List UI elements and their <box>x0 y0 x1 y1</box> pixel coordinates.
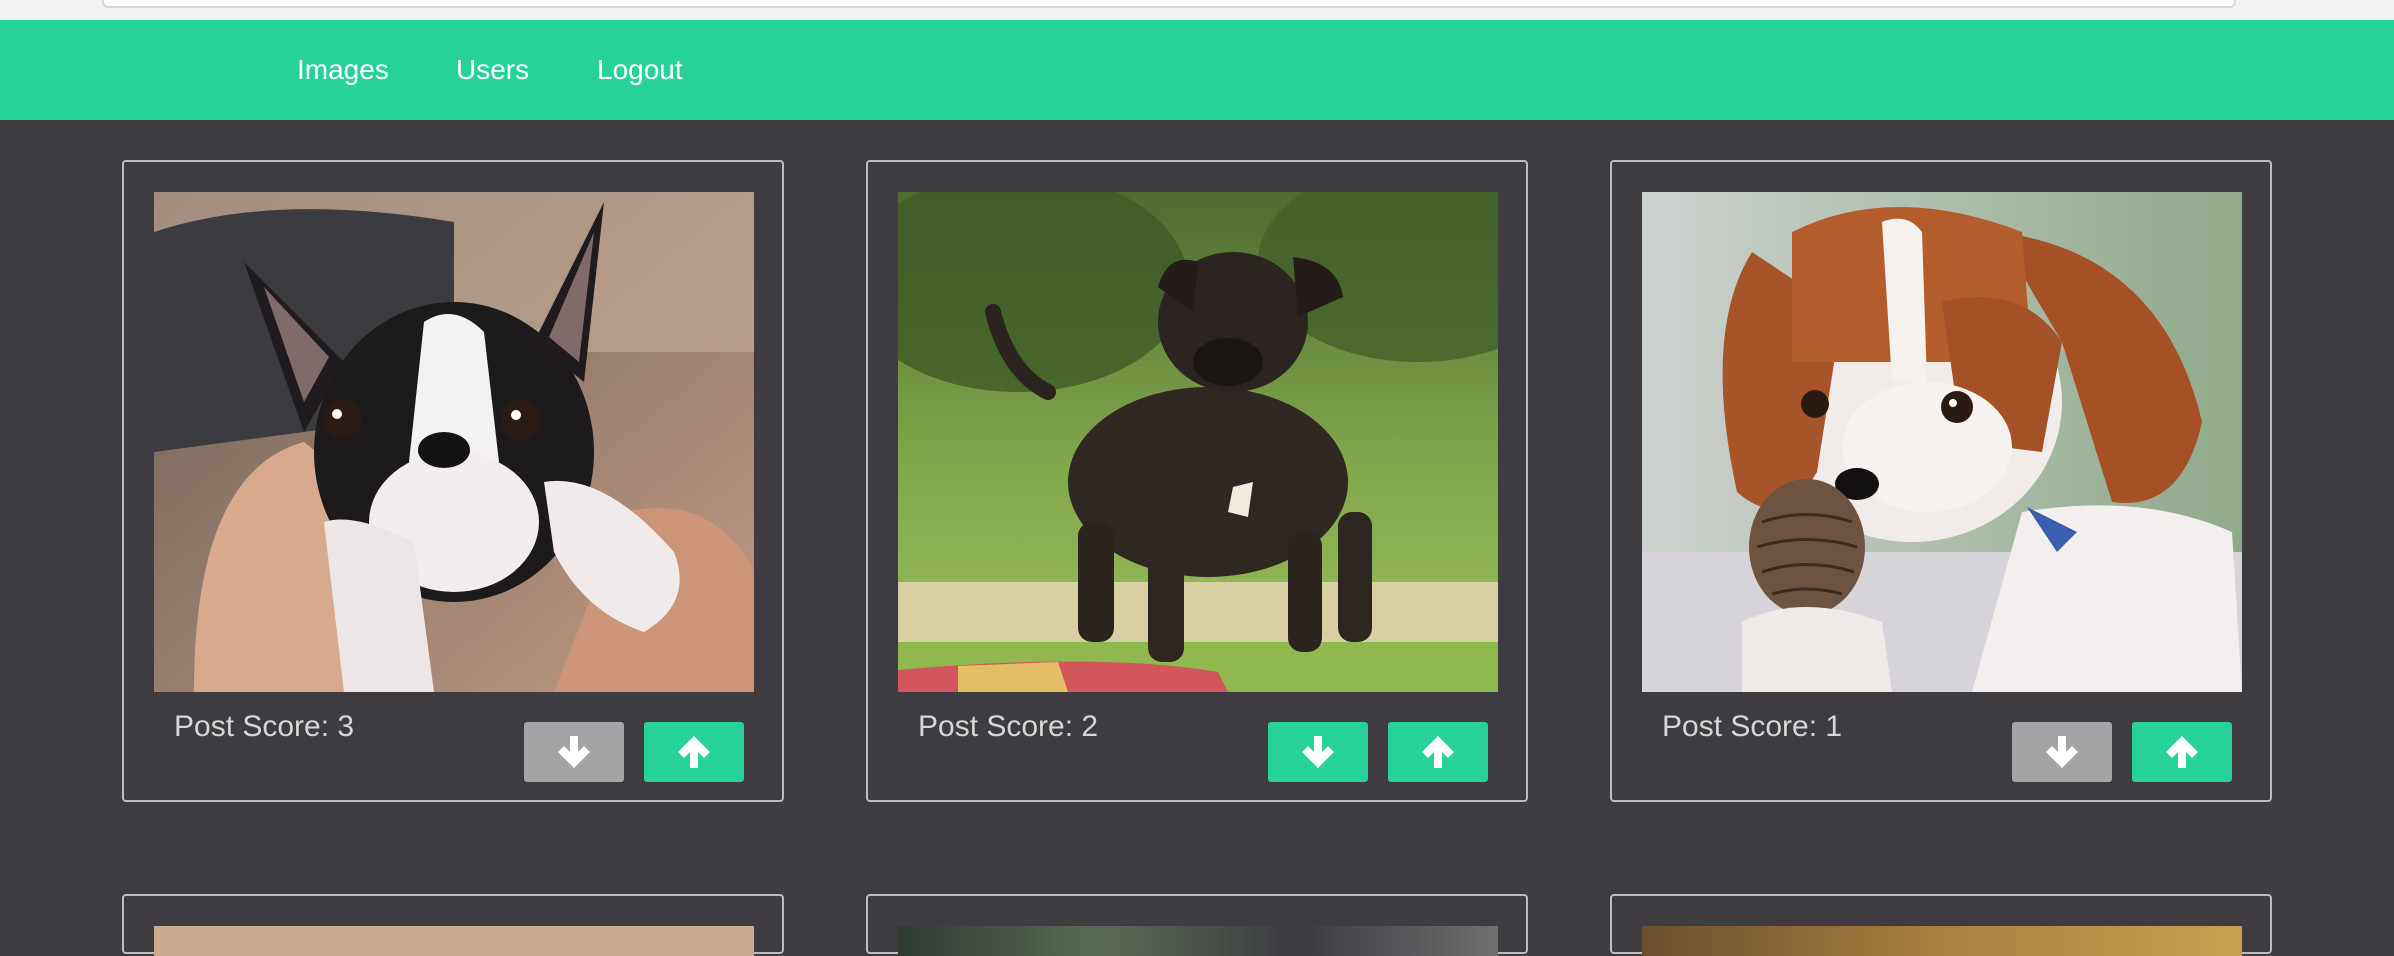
arrow-down-icon <box>558 736 590 768</box>
upvote-button[interactable] <box>2132 722 2232 782</box>
arrow-down-icon <box>2046 736 2078 768</box>
post-card <box>866 894 1528 956</box>
post-image[interactable] <box>898 926 1498 956</box>
arrow-up-icon <box>2166 736 2198 768</box>
post-score: Post Score: 1 <box>1662 710 1843 743</box>
upvote-button[interactable] <box>1388 722 1488 782</box>
post-image-boston-terrier-puppy[interactable] <box>154 192 754 692</box>
post-image[interactable] <box>1642 926 2242 956</box>
post-score: Post Score: 3 <box>174 710 355 743</box>
post-card: Post Score: 1 <box>1610 160 2272 802</box>
nav-link-images[interactable]: Images <box>297 20 389 120</box>
downvote-button[interactable] <box>2012 722 2112 782</box>
downvote-button[interactable] <box>1268 722 1368 782</box>
arrow-up-icon <box>1422 736 1454 768</box>
address-bar[interactable] <box>102 0 2236 8</box>
post-score: Post Score: 2 <box>918 710 1099 743</box>
arrow-up-icon <box>678 736 710 768</box>
upvote-button[interactable] <box>644 722 744 782</box>
post-image-cavalier-puppy-with-pinecone[interactable] <box>1642 192 2242 692</box>
downvote-button[interactable] <box>524 722 624 782</box>
nav-link-users[interactable]: Users <box>456 20 529 120</box>
arrow-down-icon <box>1302 736 1334 768</box>
nav-link-logout[interactable]: Logout <box>597 20 683 120</box>
post-image[interactable] <box>154 926 754 956</box>
browser-chrome <box>0 0 2394 20</box>
post-card <box>1610 894 2272 956</box>
post-card: Post Score: 2 <box>866 160 1528 802</box>
post-image-brindle-pug-puppy[interactable] <box>898 192 1498 692</box>
post-card <box>122 894 784 956</box>
top-navbar: Images Users Logout <box>0 20 2394 120</box>
post-card: Post Score: 3 <box>122 160 784 802</box>
